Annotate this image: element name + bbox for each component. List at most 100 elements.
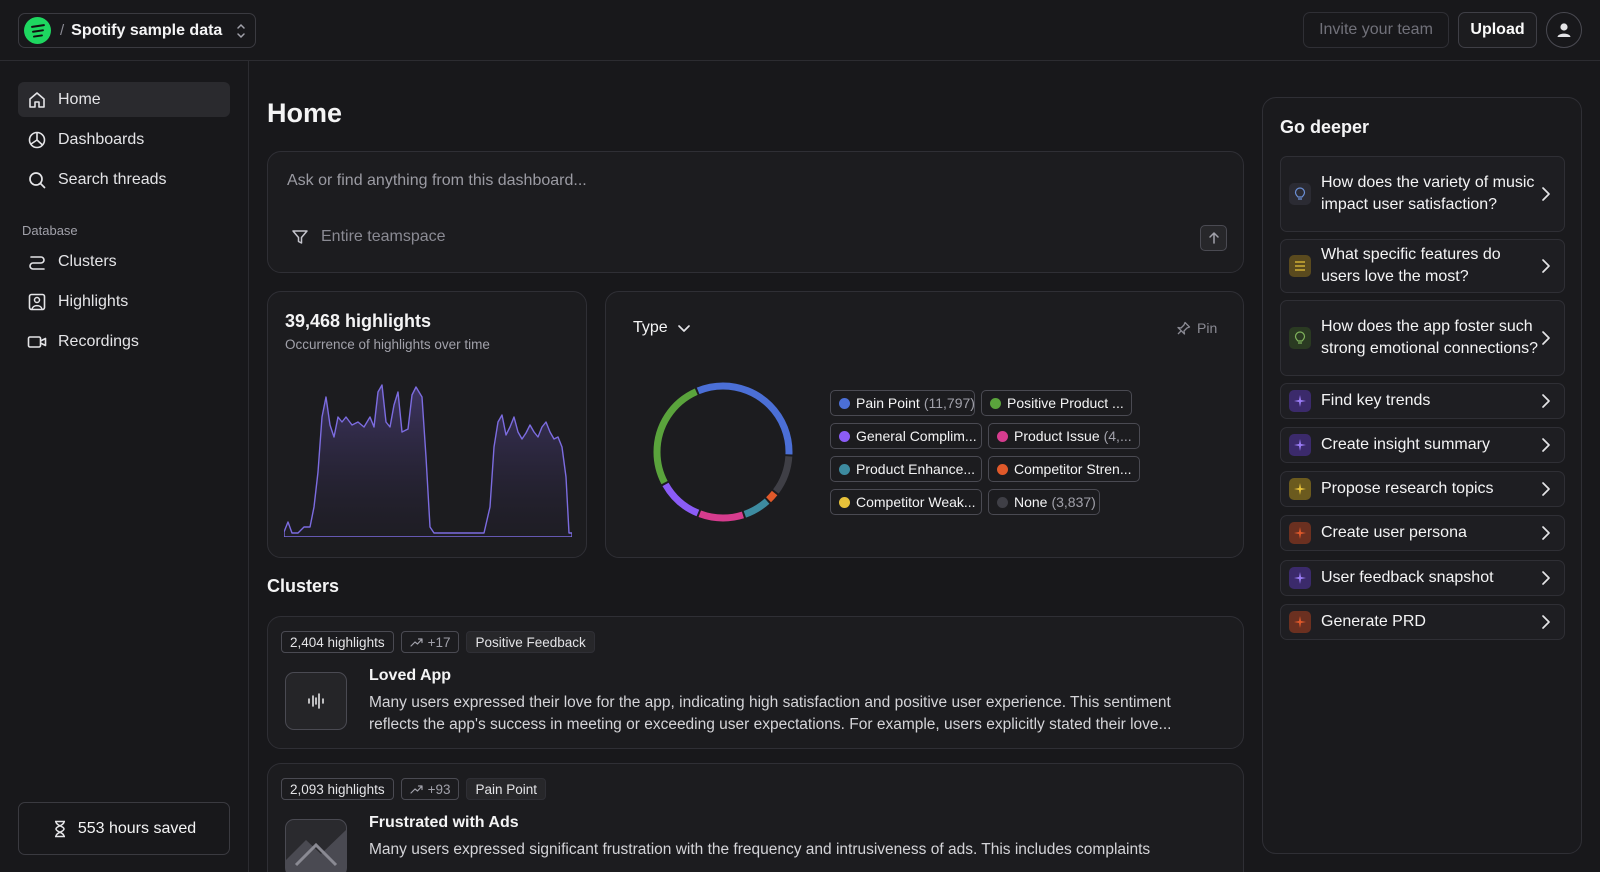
trend-up-icon <box>409 638 423 647</box>
clusters-section-title: Clusters <box>267 576 340 596</box>
legend-label: None <box>1014 494 1048 510</box>
sparkle-icon <box>1289 390 1311 412</box>
page-title: Home <box>267 98 343 128</box>
deeper-action-generate-prd[interactable]: Generate PRD <box>1280 604 1565 640</box>
spotify-logo-icon <box>24 17 51 44</box>
deeper-action-feedback-snapshot[interactable]: User feedback snapshot <box>1280 560 1565 596</box>
highlight-count-badge: 2,093 highlights <box>281 778 394 800</box>
sidebar-item-home[interactable]: Home <box>18 82 230 117</box>
chevron-right-icon <box>1539 330 1553 346</box>
cluster-thumbnail <box>285 819 347 872</box>
category-badge: Pain Point <box>466 778 547 800</box>
sparkle-icon <box>1289 567 1311 589</box>
legend-dot <box>997 430 1008 442</box>
legend-general-compliment[interactable]: General Complim... <box>830 423 982 449</box>
legend-competitor-strength[interactable]: Competitor Stren... <box>988 456 1140 482</box>
user-avatar-button[interactable] <box>1546 12 1582 48</box>
chevron-right-icon <box>1539 258 1553 274</box>
legend-label: Positive Product ... <box>1007 395 1124 411</box>
legend-pain-point[interactable]: Pain Point (11,797) <box>830 390 975 416</box>
type-dropdown[interactable]: Type <box>633 319 692 337</box>
deeper-question-features[interactable]: What specific features do users love the… <box>1280 239 1565 293</box>
legend-count: (11,797) <box>923 395 975 411</box>
legend-positive-product[interactable]: Positive Product ... <box>981 390 1132 416</box>
sidebar-item-label: Highlights <box>58 292 129 310</box>
pin-label: Pin <box>1197 320 1218 336</box>
deeper-action-insight-summary[interactable]: Create insight summary <box>1280 427 1565 463</box>
pin-button[interactable]: Pin <box>1176 320 1217 336</box>
legend-label: Competitor Weak... <box>856 494 976 510</box>
trend-badge: +17 <box>400 631 460 653</box>
sparkle-icon <box>1289 611 1311 633</box>
deeper-item-label: How does the app foster such strong emot… <box>1321 318 1539 357</box>
deeper-action-find-trends[interactable]: Find key trends <box>1280 383 1565 419</box>
search-icon <box>27 170 47 190</box>
ask-input[interactable]: Ask or find anything from this dashboard… <box>287 172 587 190</box>
cluster-description-line: reflects the app's success in meeting or… <box>369 716 1172 733</box>
sidebar-item-label: Home <box>58 90 101 108</box>
sidebar-item-label: Search threads <box>58 170 167 188</box>
sidebar-item-search-threads[interactable]: Search threads <box>18 162 230 197</box>
sparkle-icon <box>1289 522 1311 544</box>
pin-icon <box>1177 321 1191 335</box>
trend-up-icon <box>409 785 423 794</box>
highlights-subtitle: Occurrence of highlights over time <box>285 337 490 352</box>
trend-value: +17 <box>427 634 451 650</box>
list-icon <box>1289 255 1311 277</box>
scope-label: Entire teamspace <box>321 228 446 245</box>
cluster-title: Frustrated with Ads <box>369 814 519 831</box>
legend-dot <box>839 430 850 442</box>
type-card: Type Pin Pain Point (11,797) Positive Pr… <box>605 291 1244 558</box>
clusters-icon <box>27 252 47 272</box>
chevron-down-icon <box>677 325 690 332</box>
sidebar: Home Dashboards Search threads Database … <box>0 61 249 872</box>
highlights-card: 39,468 highlights Occurrence of highligh… <box>267 291 587 558</box>
send-button[interactable] <box>1200 225 1227 251</box>
legend-dot <box>990 397 1001 409</box>
scope-filter[interactable]: Entire teamspace <box>291 228 446 246</box>
video-camera-icon <box>27 332 47 352</box>
chevron-right-icon <box>1539 570 1553 586</box>
deeper-item-label: What specific features do users love the… <box>1321 246 1501 285</box>
image-thumbnail-icon <box>286 830 346 872</box>
chevron-right-icon <box>1539 614 1553 630</box>
chevron-right-icon <box>1539 437 1553 453</box>
deeper-action-user-persona[interactable]: Create user persona <box>1280 515 1565 551</box>
deeper-question-music-variety[interactable]: How does the variety of music impact use… <box>1280 156 1565 232</box>
sidebar-item-label: Clusters <box>58 252 117 270</box>
top-bar: / Spotify sample data Invite your team U… <box>0 0 1600 61</box>
sidebar-item-highlights[interactable]: Highlights <box>18 284 230 319</box>
filter-icon <box>292 230 308 244</box>
deeper-item-label: Create user persona <box>1321 524 1467 541</box>
deeper-action-research-topics[interactable]: Propose research topics <box>1280 471 1565 507</box>
deeper-item-label: Create insight summary <box>1321 436 1490 453</box>
type-dropdown-label: Type <box>633 319 668 336</box>
hours-saved-button[interactable]: 553 hours saved <box>18 802 230 855</box>
legend-product-issue[interactable]: Product Issue (4,... <box>988 423 1140 449</box>
legend-product-enhancement[interactable]: Product Enhance... <box>830 456 982 482</box>
deeper-question-emotional[interactable]: How does the app foster such strong emot… <box>1280 300 1565 376</box>
lightbulb-icon <box>1289 327 1311 349</box>
legend-none[interactable]: None (3,837) <box>988 489 1100 515</box>
cluster-description-line: Many users expressed significant frustra… <box>369 841 1151 858</box>
cluster-card[interactable]: 2,093 highlights +93 Pain Point Frustrat… <box>267 763 1244 872</box>
invite-team-button[interactable]: Invite your team <box>1303 12 1449 48</box>
legend-dot <box>839 397 850 409</box>
cluster-card[interactable]: 2,404 highlights +17 Positive Feedback L… <box>267 616 1244 749</box>
chevron-right-icon <box>1539 393 1553 409</box>
user-icon <box>1557 23 1571 37</box>
workspace-switcher[interactable]: / Spotify sample data <box>18 13 256 48</box>
highlight-count-badge: 2,404 highlights <box>281 631 394 653</box>
deeper-item-label: User feedback snapshot <box>1321 569 1494 586</box>
upload-button[interactable]: Upload <box>1458 12 1537 48</box>
sidebar-item-clusters[interactable]: Clusters <box>18 244 230 279</box>
trend-badge: +93 <box>400 778 460 800</box>
legend-competitor-weakness[interactable]: Competitor Weak... <box>830 489 982 515</box>
cluster-thumbnail <box>285 672 347 730</box>
audio-waveform-icon <box>308 693 324 709</box>
sidebar-item-dashboards[interactable]: Dashboards <box>18 122 230 157</box>
highlight-icon <box>27 292 47 312</box>
chevron-up-down-icon <box>235 22 247 40</box>
legend-label: Pain Point <box>856 395 920 411</box>
sidebar-item-recordings[interactable]: Recordings <box>18 324 230 359</box>
